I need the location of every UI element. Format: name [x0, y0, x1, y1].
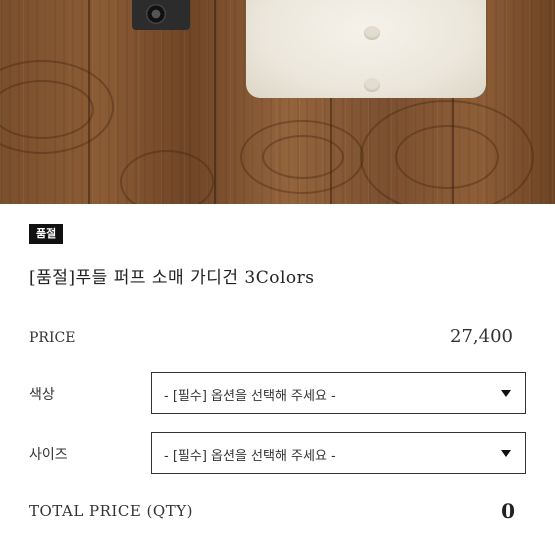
size-select-value: - [필수] 옵션을 선택해 주세요 -	[164, 449, 336, 464]
total-price-label: TOTAL PRICE (QTY)	[29, 502, 193, 520]
color-select-value: - [필수] 옵션을 선택해 주세요 -	[164, 389, 336, 404]
size-select[interactable]: - [필수] 옵션을 선택해 주세요 -	[151, 432, 526, 474]
color-option-label: 색상	[29, 387, 55, 403]
camera-object	[132, 0, 190, 30]
product-photo	[0, 0, 555, 204]
price-label: PRICE	[29, 330, 76, 346]
cardigan-object	[246, 0, 486, 98]
chevron-down-icon	[501, 450, 511, 457]
chevron-down-icon	[501, 390, 511, 397]
product-title: [품절]푸들 퍼프 소매 가디건 3Colors	[29, 268, 315, 288]
size-option-label: 사이즈	[29, 447, 68, 463]
color-select[interactable]: - [필수] 옵션을 선택해 주세요 -	[151, 372, 526, 414]
price-value: 27,400	[450, 326, 513, 347]
status-badge: 품절	[29, 224, 64, 244]
total-price-value: 0	[501, 499, 515, 523]
